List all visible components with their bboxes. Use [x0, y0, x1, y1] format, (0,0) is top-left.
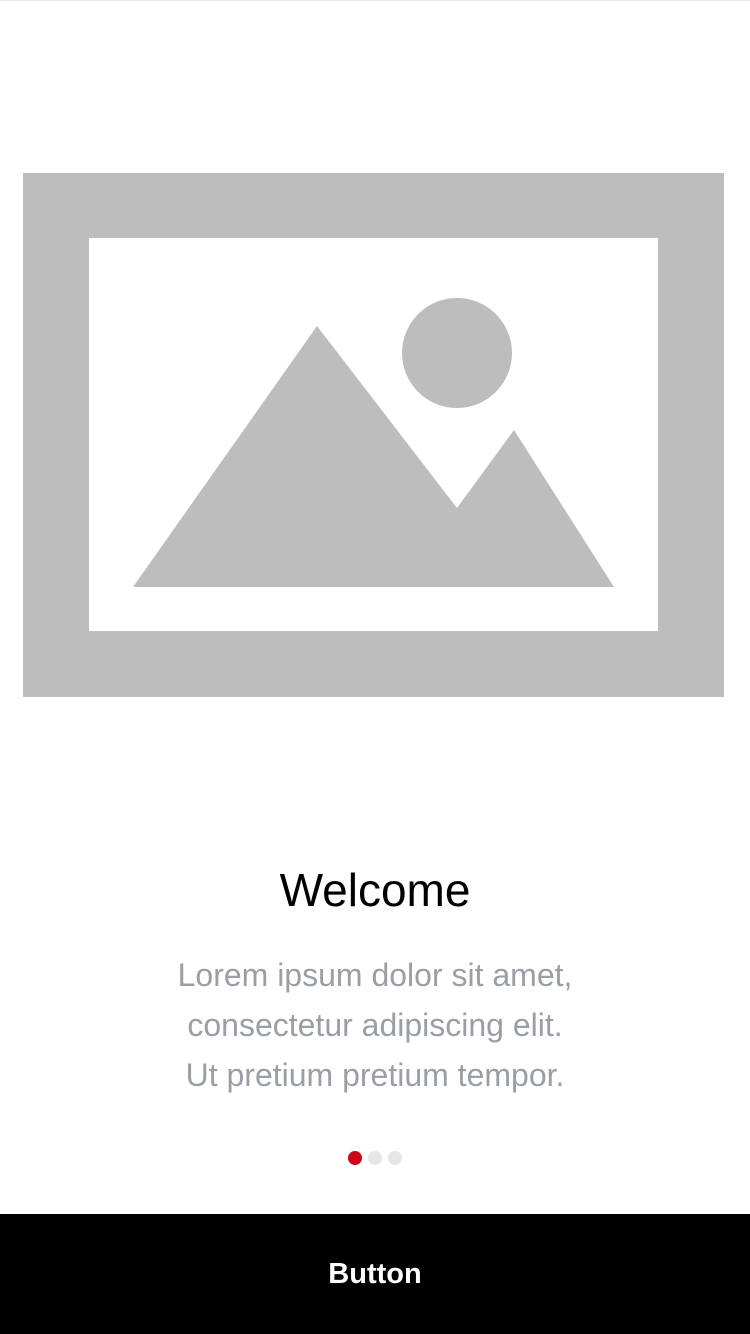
- description-line: consectetur adipiscing elit.: [187, 1007, 563, 1043]
- description-text: Lorem ipsum dolor sit amet, consectetur …: [125, 950, 625, 1100]
- page-title: Welcome: [279, 864, 471, 916]
- primary-action-label: Button: [328, 1257, 422, 1290]
- top-divider: [0, 0, 750, 1]
- image-placeholder-icon: [23, 173, 724, 697]
- page-indicator-dot-2[interactable]: [368, 1151, 382, 1165]
- primary-action-button[interactable]: Button: [0, 1214, 750, 1334]
- description-line: Lorem ipsum dolor sit amet,: [177, 957, 573, 993]
- page-indicator: [0, 1151, 750, 1165]
- sun-shape: [402, 298, 512, 408]
- page-indicator-dot-1[interactable]: [348, 1151, 362, 1165]
- page-indicator-dot-3[interactable]: [388, 1151, 402, 1165]
- description-line: Ut pretium pretium tempor.: [185, 1057, 565, 1093]
